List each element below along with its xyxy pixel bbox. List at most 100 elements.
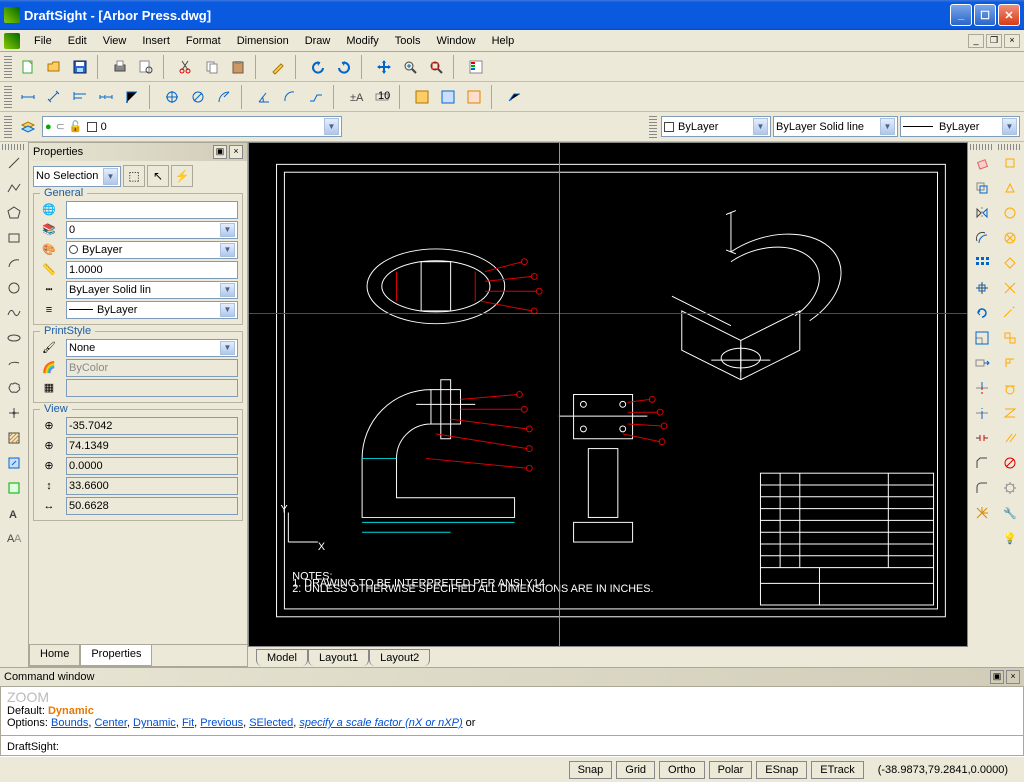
fillet-button[interactable]: [970, 476, 994, 500]
polygon-button[interactable]: [2, 201, 26, 225]
dim-jogged-button[interactable]: [304, 85, 328, 109]
quick-select-button[interactable]: ⬚: [123, 165, 145, 187]
pencil-button[interactable]: [266, 55, 290, 79]
menu-modify[interactable]: Modify: [338, 33, 386, 49]
cut-button[interactable]: [174, 55, 198, 79]
minimize-button[interactable]: _: [950, 4, 972, 26]
erase-button[interactable]: [970, 151, 994, 175]
offset-button[interactable]: [970, 226, 994, 250]
tab-model[interactable]: Model: [256, 649, 308, 666]
save-button[interactable]: [68, 55, 92, 79]
toolbar-handle[interactable]: [970, 144, 992, 150]
copy-button[interactable]: [200, 55, 224, 79]
mirror-button[interactable]: [970, 201, 994, 225]
panel-close-button[interactable]: ×: [229, 145, 243, 159]
ellipse-arc-button[interactable]: [2, 351, 26, 375]
menu-insert[interactable]: Insert: [134, 33, 178, 49]
dim-update-button[interactable]: [436, 85, 460, 109]
toolbar-handle[interactable]: [649, 116, 657, 138]
zoom-window-button[interactable]: [398, 55, 422, 79]
dim-center-button[interactable]: [160, 85, 184, 109]
block-insert-button[interactable]: [2, 451, 26, 475]
snap-node-button[interactable]: [998, 226, 1022, 250]
toolbar-handle[interactable]: [4, 116, 12, 138]
line-button[interactable]: [2, 151, 26, 175]
dim-override-button[interactable]: [462, 85, 486, 109]
ellipse-button[interactable]: [2, 326, 26, 350]
dim-baseline-button[interactable]: [68, 85, 92, 109]
pan-button[interactable]: [372, 55, 396, 79]
help-button[interactable]: 💡: [998, 526, 1022, 550]
stretch-button[interactable]: [970, 351, 994, 375]
properties-header[interactable]: Properties ▣ ×: [29, 143, 247, 161]
status-ortho[interactable]: Ortho: [659, 761, 705, 779]
maximize-button[interactable]: ☐: [974, 4, 996, 26]
mtext-button[interactable]: AA: [2, 526, 26, 550]
explode-button[interactable]: [970, 501, 994, 525]
chamfer-button[interactable]: [970, 451, 994, 475]
cmd-close-button[interactable]: ×: [1006, 670, 1020, 684]
polyline-button[interactable]: [2, 176, 26, 200]
move-button[interactable]: [970, 276, 994, 300]
menu-draw[interactable]: Draw: [297, 33, 339, 49]
status-grid[interactable]: Grid: [616, 761, 655, 779]
dim-text-button[interactable]: 10: [370, 85, 394, 109]
new-button[interactable]: [16, 55, 40, 79]
extend-button[interactable]: [970, 401, 994, 425]
selection-combo[interactable]: No Selection ▼: [33, 166, 121, 187]
print-button[interactable]: [108, 55, 132, 79]
snap-tangent-button[interactable]: [998, 376, 1022, 400]
redo-button[interactable]: [332, 55, 356, 79]
layer-manager-button[interactable]: [16, 115, 40, 139]
break-button[interactable]: [970, 426, 994, 450]
command-input[interactable]: DraftSight:: [0, 736, 1024, 756]
snap-nearest-button[interactable]: [998, 401, 1022, 425]
copy-obj-button[interactable]: [970, 176, 994, 200]
circle-button[interactable]: [2, 276, 26, 300]
dim-continue-button[interactable]: [94, 85, 118, 109]
leader-button[interactable]: [502, 85, 526, 109]
rotate-button[interactable]: [970, 301, 994, 325]
undo-button[interactable]: [306, 55, 330, 79]
snap-parallel-button[interactable]: [998, 426, 1022, 450]
menu-help[interactable]: Help: [484, 33, 523, 49]
snap-quadrant-button[interactable]: [998, 251, 1022, 275]
panel-pin-button[interactable]: ▣: [213, 145, 227, 159]
dim-angular-button[interactable]: [252, 85, 276, 109]
color-field[interactable]: ByLayer▼: [66, 241, 238, 259]
hatch-button[interactable]: [2, 426, 26, 450]
array-button[interactable]: [970, 251, 994, 275]
snap-perpendicular-button[interactable]: [998, 351, 1022, 375]
status-snap[interactable]: Snap: [569, 761, 613, 779]
menu-format[interactable]: Format: [178, 33, 229, 49]
menu-edit[interactable]: Edit: [60, 33, 95, 49]
hyperlink-field[interactable]: [66, 201, 238, 219]
properties-button[interactable]: [464, 55, 488, 79]
revision-cloud-button[interactable]: [2, 376, 26, 400]
snap-extension-button[interactable]: [998, 301, 1022, 325]
toolbar-handle[interactable]: [4, 86, 12, 108]
status-etrack[interactable]: ETrack: [811, 761, 863, 779]
dim-style-button[interactable]: [410, 85, 434, 109]
layer-combo[interactable]: ● ⊂ 🔓 0 ▼: [42, 116, 342, 137]
print-preview-button[interactable]: [134, 55, 158, 79]
toggle-pick-button[interactable]: ⚡: [171, 165, 193, 187]
trim-button[interactable]: [970, 376, 994, 400]
dim-aligned-button[interactable]: [42, 85, 66, 109]
command-history[interactable]: ZOOM Default: Dynamic Options: Bounds, C…: [0, 686, 1024, 736]
point-button[interactable]: [2, 401, 26, 425]
command-header[interactable]: Command window ▣ ×: [0, 668, 1024, 686]
tab-layout2[interactable]: Layout2: [369, 649, 430, 666]
snap-none-button[interactable]: [998, 451, 1022, 475]
menu-file[interactable]: File: [26, 33, 60, 49]
zoom-extents-button[interactable]: [424, 55, 448, 79]
menu-view[interactable]: View: [95, 33, 135, 49]
dim-ordinate-button[interactable]: [120, 85, 144, 109]
snap-endpoint-button[interactable]: [998, 151, 1022, 175]
scale-button[interactable]: [970, 326, 994, 350]
status-esnap[interactable]: ESnap: [756, 761, 807, 779]
arc-button[interactable]: [2, 251, 26, 275]
options-button[interactable]: 🔧: [998, 501, 1022, 525]
snap-settings-button[interactable]: [998, 476, 1022, 500]
snap-insertion-button[interactable]: [998, 326, 1022, 350]
